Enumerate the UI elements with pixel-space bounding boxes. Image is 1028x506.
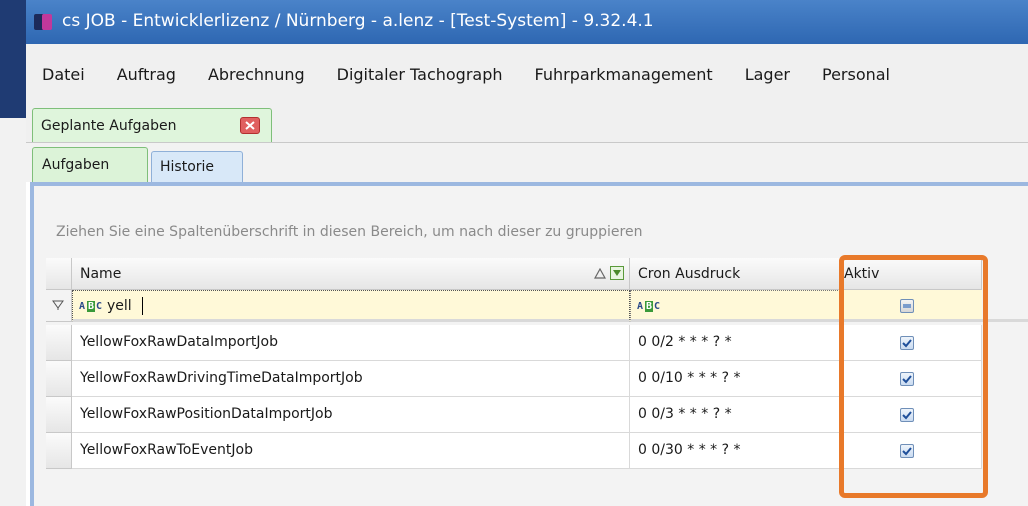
row-selector[interactable]	[46, 397, 72, 433]
menu-digitaler-tachograph[interactable]: Digitaler Tachograph	[321, 65, 519, 84]
left-edge-strip-lower	[0, 118, 26, 506]
abc-filter-icon: ABC	[79, 301, 103, 312]
tab-historie-label: Historie	[160, 159, 215, 175]
menu-datei[interactable]: Datei	[26, 65, 101, 84]
menu-fuhrparkmanagement[interactable]: Fuhrparkmanagement	[519, 65, 729, 84]
menu-personal[interactable]: Personal	[806, 65, 906, 84]
filter-aktiv-checkbox[interactable]	[900, 299, 914, 313]
filter-icon[interactable]	[610, 266, 624, 280]
table-row-aktiv[interactable]	[842, 325, 982, 361]
row-selector[interactable]	[46, 361, 72, 397]
filter-cron-input[interactable]: ABC	[630, 290, 842, 322]
column-header-cron-label: Cron Ausdruck	[638, 266, 741, 282]
menu-abrechnung[interactable]: Abrechnung	[192, 65, 321, 84]
tab-aufgaben-label: Aufgaben	[42, 157, 110, 173]
column-header-cron[interactable]: Cron Ausdruck	[630, 258, 842, 290]
filter-row-selector	[46, 290, 72, 322]
cell-name: YellowFoxRawDrivingTimeDataImportJob	[80, 370, 363, 386]
row-selector[interactable]	[46, 433, 72, 469]
inner-tab-bar: Aufgaben Historie	[26, 142, 1028, 183]
filter-aktiv-cell[interactable]	[842, 290, 982, 322]
close-icon[interactable]	[240, 117, 260, 134]
cell-name: YellowFoxRawDataImportJob	[80, 334, 278, 350]
app-logo-icon	[34, 14, 52, 30]
aktiv-checkbox[interactable]	[900, 444, 914, 458]
filter-name-input[interactable]: ABC yell	[72, 290, 630, 322]
sort-ascending-icon[interactable]	[594, 268, 606, 279]
cell-name: YellowFoxRawToEventJob	[80, 442, 253, 458]
filter-row-icon	[52, 300, 64, 310]
left-edge-strip	[0, 0, 26, 118]
row-selector[interactable]	[46, 325, 72, 361]
header-row-selector	[46, 258, 72, 290]
table-row-cron[interactable]: 0 0/3 * * * ? *	[630, 397, 842, 433]
table-row-aktiv[interactable]	[842, 361, 982, 397]
column-header-name[interactable]: Name	[72, 258, 630, 290]
table-row-aktiv[interactable]	[842, 397, 982, 433]
menu-auftrag[interactable]: Auftrag	[101, 65, 192, 84]
tab-geplante-aufgaben[interactable]: Geplante Aufgaben	[32, 108, 272, 142]
cell-cron: 0 0/30 * * * ? *	[638, 442, 741, 458]
tab-aufgaben[interactable]: Aufgaben	[32, 147, 148, 183]
cell-cron: 0 0/2 * * * ? *	[638, 334, 732, 350]
aktiv-checkbox[interactable]	[900, 408, 914, 422]
column-header-aktiv-label: Aktiv	[844, 266, 880, 282]
cell-cron: 0 0/3 * * * ? *	[638, 406, 732, 422]
table-row-cron[interactable]: 0 0/10 * * * ? *	[630, 361, 842, 397]
text-cursor	[142, 297, 143, 315]
table-row-name[interactable]: YellowFoxRawToEventJob	[72, 433, 630, 469]
abc-filter-icon: ABC	[637, 301, 661, 312]
tab-geplante-aufgaben-label: Geplante Aufgaben	[41, 118, 177, 134]
cell-name: YellowFoxRawPositionDataImportJob	[80, 406, 333, 422]
column-header-name-label: Name	[80, 266, 122, 282]
aktiv-checkbox[interactable]	[900, 336, 914, 350]
table-row-cron[interactable]: 0 0/30 * * * ? *	[630, 433, 842, 469]
column-header-aktiv[interactable]: Aktiv	[842, 258, 982, 290]
menu-lager[interactable]: Lager	[729, 65, 806, 84]
grid-panel: Ziehen Sie eine Spaltenüberschrift in di…	[30, 182, 1028, 506]
filter-name-value: yell	[107, 298, 132, 314]
table-row-cron[interactable]: 0 0/2 * * * ? *	[630, 325, 842, 361]
title-bar: cs JOB - Entwicklerlizenz / Nürnberg - a…	[26, 0, 1028, 44]
table-row-name[interactable]: YellowFoxRawPositionDataImportJob	[72, 397, 630, 433]
group-panel-hint[interactable]: Ziehen Sie eine Spaltenüberschrift in di…	[56, 224, 642, 240]
menu-bar: Datei Auftrag Abrechnung Digitaler Tacho…	[26, 44, 1028, 104]
window-title: cs JOB - Entwicklerlizenz / Nürnberg - a…	[62, 11, 654, 31]
cell-cron: 0 0/10 * * * ? *	[638, 370, 741, 386]
tab-historie[interactable]: Historie	[151, 151, 243, 183]
aktiv-checkbox[interactable]	[900, 372, 914, 386]
document-tab-bar: Geplante Aufgaben	[26, 104, 1028, 142]
filter-row-filler	[982, 290, 1028, 322]
table-row-aktiv[interactable]	[842, 433, 982, 469]
table-row-name[interactable]: YellowFoxRawDataImportJob	[72, 325, 630, 361]
table-row-name[interactable]: YellowFoxRawDrivingTimeDataImportJob	[72, 361, 630, 397]
